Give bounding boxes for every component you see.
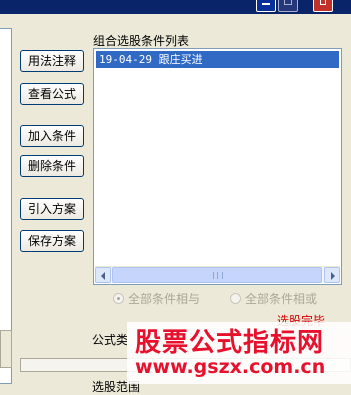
add-condition-button[interactable]: 加入条件 xyxy=(20,125,84,147)
scroll-left-icon[interactable] xyxy=(95,267,111,283)
radio-all-or[interactable]: 全部条件相或 xyxy=(230,290,317,306)
list-item[interactable]: 19-04-29 跟庄买进 xyxy=(96,51,339,68)
usage-notes-button[interactable]: 用法注释 xyxy=(20,50,84,72)
condition-list-title: 组合选股条件列表 xyxy=(93,34,190,48)
radio-unchecked-icon[interactable] xyxy=(230,292,241,304)
condition-listbox[interactable]: 19-04-29 跟庄买进 xyxy=(93,48,342,285)
radio-all-and[interactable]: 全部条件相与 xyxy=(113,290,200,306)
import-scheme-button[interactable]: 引入方案 xyxy=(20,198,84,220)
horizontal-scrollbar[interactable] xyxy=(95,266,340,283)
minimize-button[interactable] xyxy=(256,0,276,12)
maximize-icon xyxy=(279,0,297,5)
left-panel-scrollbar[interactable] xyxy=(0,330,12,368)
scroll-right-icon[interactable] xyxy=(324,267,340,283)
formula-category-label: 公式类 xyxy=(92,333,129,347)
maximize-button[interactable] xyxy=(278,0,298,12)
radio-all-or-label: 全部条件相或 xyxy=(245,291,318,306)
watermark: 股票公式指标网 www.gszx.com.cn xyxy=(127,322,351,384)
save-scheme-button[interactable]: 保存方案 xyxy=(20,230,84,252)
scroll-thumb[interactable] xyxy=(112,267,322,283)
minimize-icon xyxy=(257,0,275,5)
grip-icon xyxy=(213,272,223,279)
delete-condition-button[interactable]: 删除条件 xyxy=(20,155,84,177)
watermark-title: 股票公式指标网 xyxy=(135,328,325,358)
watermark-url: www.gszx.com.cn xyxy=(135,356,326,378)
close-button[interactable] xyxy=(313,0,333,12)
radio-all-and-label: 全部条件相与 xyxy=(128,291,201,306)
title-bar xyxy=(0,0,351,14)
view-formula-button[interactable]: 查看公式 xyxy=(20,83,84,105)
close-icon xyxy=(314,0,332,5)
radio-checked-icon[interactable] xyxy=(113,292,124,304)
